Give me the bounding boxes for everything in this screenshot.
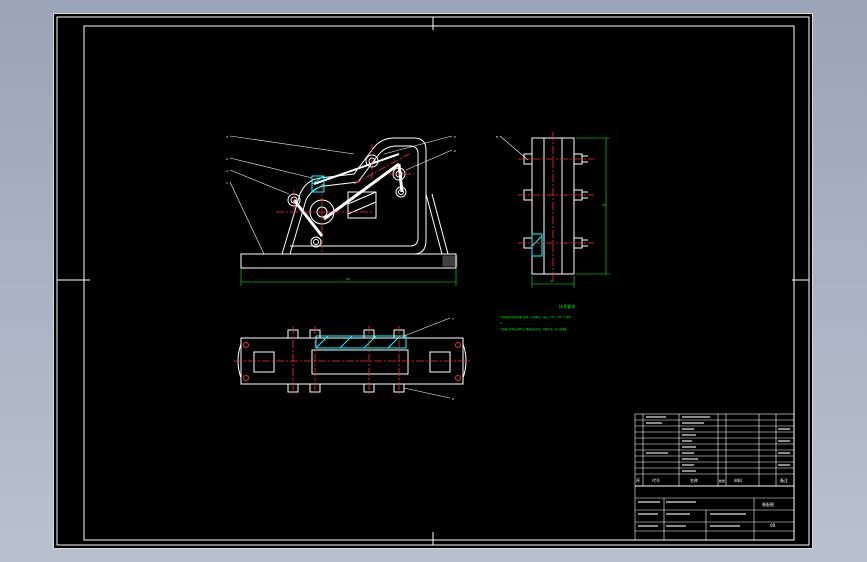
inner-border — [83, 25, 795, 541]
cad-drawing: 80 3 2 4 1 5 6 40 50 8 7 8 技术要求 1.装配前所有零… — [56, 16, 810, 546]
drawing-sheet: 80 3 2 4 1 5 6 40 50 8 7 8 技术要求 1.装配前所有零… — [53, 13, 813, 549]
top-view — [234, 317, 470, 399]
callout-4: 4 — [226, 169, 228, 173]
base-plate — [240, 253, 457, 269]
clamp-block — [347, 191, 377, 219]
front-view — [240, 137, 458, 286]
callout-8: 8 — [496, 135, 498, 139]
tb-header-code: 代号 — [652, 477, 660, 483]
tb-header-qty: 数量 — [719, 478, 725, 483]
callout-7: 7 — [452, 317, 454, 321]
technical-notes: 技术要求 1.装配前所有零件进行清洗，去除毛刺、锐边，T10、T12、T16等 … — [500, 303, 575, 331]
notes-title: 技术要求 — [559, 303, 575, 309]
tb-header-material: 材料 — [734, 477, 742, 483]
front-dimension-label: 80 — [346, 277, 350, 281]
note-line-2: 2. — [500, 322, 503, 325]
tb-header-remark: 备注 — [780, 477, 788, 483]
side-width-label: 40 — [550, 279, 554, 283]
tb-header-name: 名称 — [690, 477, 698, 483]
tb-header-seq: 序 — [636, 477, 640, 483]
note-line-3: 3.装配后检查运动情况，确保运动灵活，间隙合适，无卡滞现象。 — [500, 327, 569, 331]
note-line-1: 1.装配前所有零件进行清洗，去除毛刺、锐边，T10、T12、T16等 — [500, 315, 571, 319]
callout-3: 3 — [226, 135, 228, 139]
side-view — [499, 132, 610, 288]
callout-8b: 8 — [452, 397, 454, 401]
callout-6: 6 — [454, 149, 456, 153]
centring-marks — [57, 17, 809, 545]
callout-5: 5 — [454, 135, 456, 139]
front-leaders — [229, 135, 453, 255]
callout-1: 1 — [226, 181, 228, 185]
title-block — [634, 413, 795, 541]
side-height-label: 50 — [602, 203, 606, 207]
tb-drawing-name: 装配图 — [762, 501, 774, 507]
callout-2: 2 — [226, 157, 228, 161]
tb-drawing-no: 08 — [770, 523, 776, 528]
outer-border — [56, 16, 810, 546]
